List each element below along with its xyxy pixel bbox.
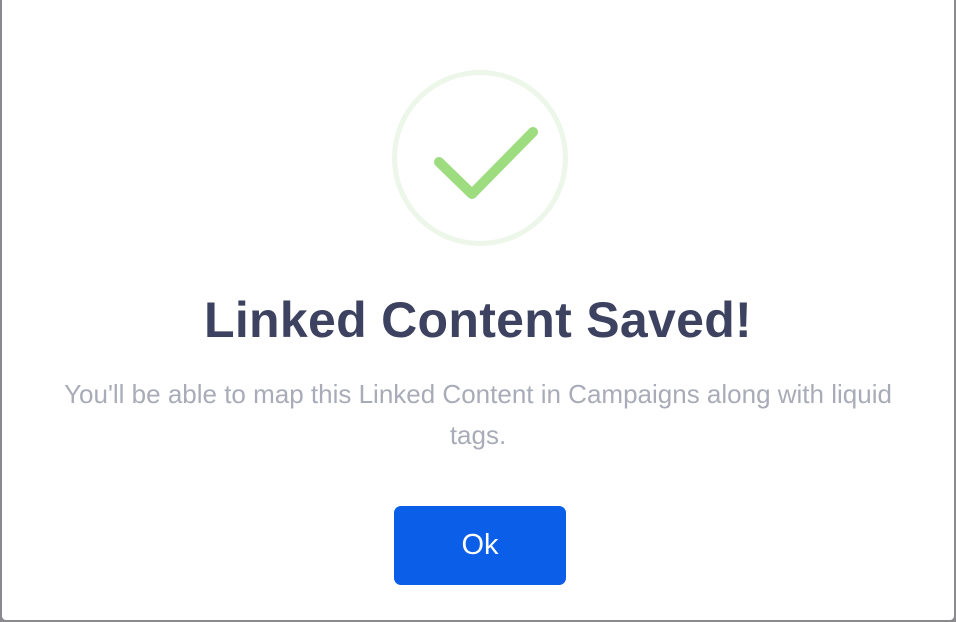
success-dialog: Linked Content Saved! You'll be able to …	[2, 0, 954, 620]
success-badge	[392, 70, 568, 246]
dialog-title: Linked Content Saved!	[203, 292, 753, 348]
checkmark-icon	[434, 127, 538, 199]
dialog-message: You'll be able to map this Linked Conten…	[64, 379, 892, 450]
ok-button[interactable]: Ok	[394, 506, 566, 585]
